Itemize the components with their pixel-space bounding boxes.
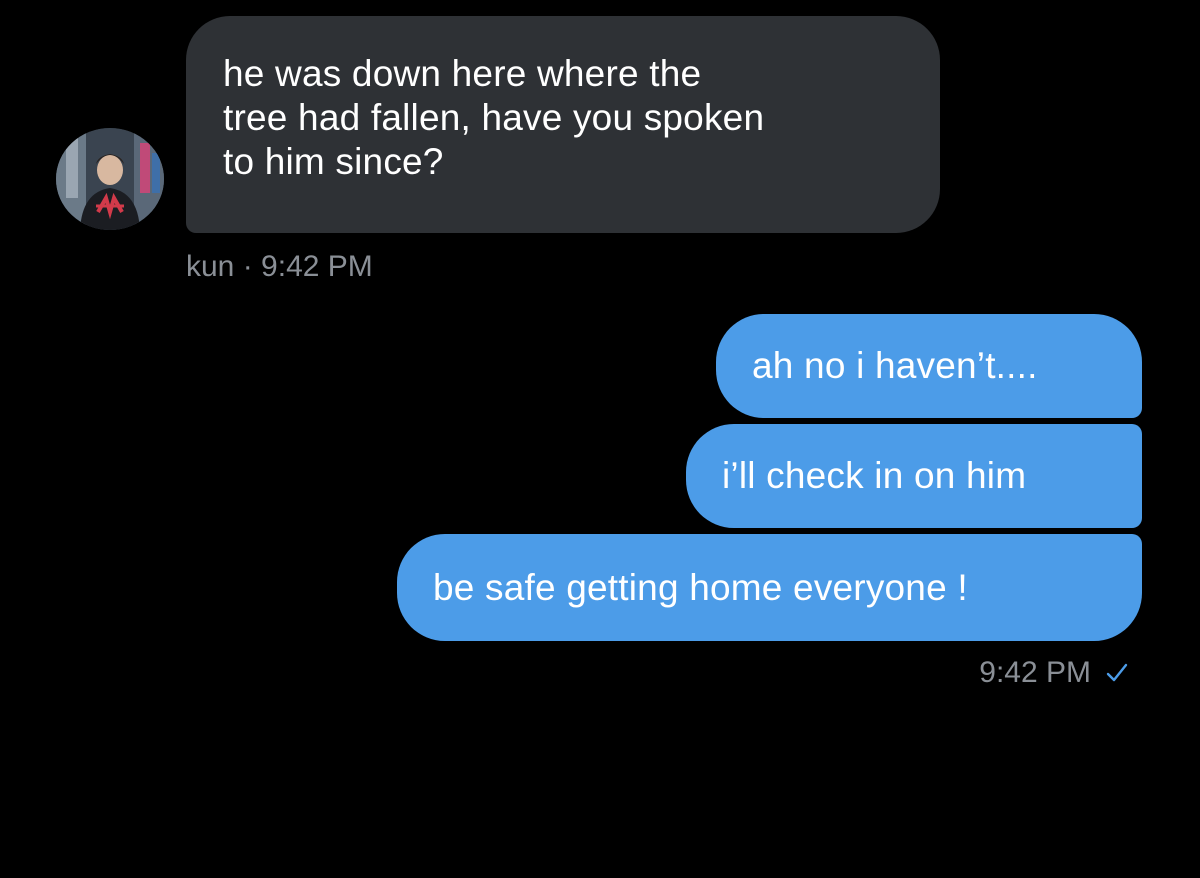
outgoing-message-text: be safe getting home everyone ! bbox=[433, 566, 968, 608]
outgoing-message-meta: 9:42 PM bbox=[979, 656, 1129, 690]
outgoing-message-text: ah no i haven’t.... bbox=[752, 345, 1038, 386]
incoming-timestamp: 9:42 PM bbox=[261, 250, 373, 283]
sender-avatar[interactable] bbox=[56, 128, 164, 230]
sender-name[interactable]: kun bbox=[186, 250, 234, 283]
incoming-message-meta: kun · 9:42 PM bbox=[186, 250, 373, 284]
outgoing-timestamp: 9:42 PM bbox=[979, 656, 1091, 689]
outgoing-message-text: i’ll check in on him bbox=[722, 455, 1027, 496]
incoming-message-line: to him since? bbox=[223, 141, 444, 182]
outgoing-message-bubble[interactable]: i’ll check in on him bbox=[686, 424, 1142, 528]
outgoing-message-bubble[interactable]: ah no i haven’t.... bbox=[716, 314, 1142, 418]
checkmark-icon bbox=[1105, 661, 1129, 685]
incoming-message-line: he was down here where the bbox=[223, 53, 702, 94]
outgoing-message-bubble[interactable]: be safe getting home everyone ! bbox=[397, 534, 1142, 641]
meta-separator: · bbox=[234, 250, 262, 283]
incoming-message-bubble[interactable]: he was down here where the tree had fall… bbox=[186, 16, 940, 233]
incoming-message-line: tree had fallen, have you spoken bbox=[223, 97, 765, 138]
profile-photo-avatar bbox=[56, 128, 164, 230]
